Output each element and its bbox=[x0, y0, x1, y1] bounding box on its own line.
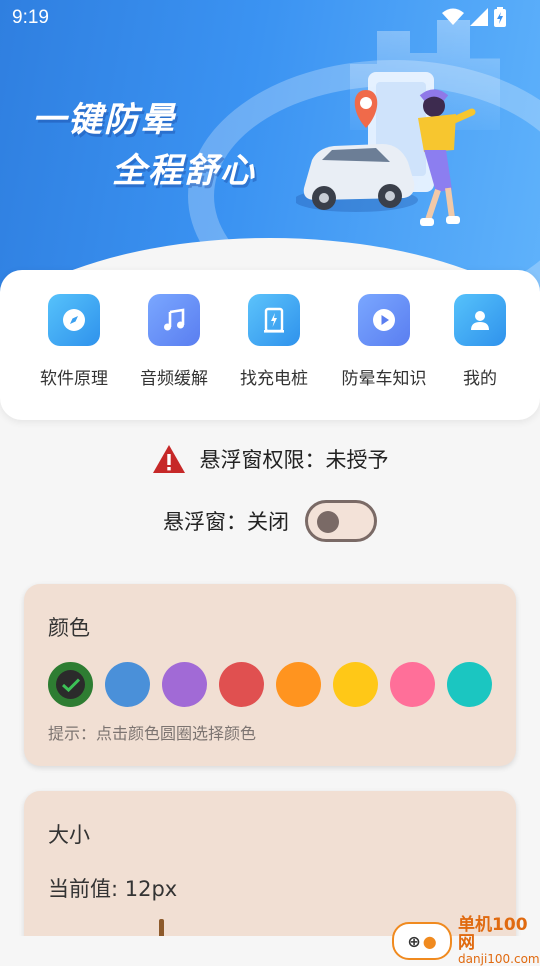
menu-label: 我的 bbox=[463, 369, 497, 389]
status-time: 9:19 bbox=[12, 7, 49, 28]
slogan-line-2: 全程舒心 bbox=[112, 152, 256, 190]
menu-label: 找充电桩 bbox=[240, 369, 308, 389]
color-hint: 提示：点击颜色圆圈选择颜色 bbox=[48, 724, 257, 743]
menu-item-charging[interactable]: 找充电桩 bbox=[224, 294, 324, 389]
color-swatch-red[interactable] bbox=[219, 662, 264, 707]
watermark: ⊕ ● 单机100网 danji100.com bbox=[392, 915, 540, 966]
menu-label: 防晕车知识 bbox=[341, 369, 427, 389]
status-icons bbox=[442, 7, 506, 27]
banner: 一键防晕 全程舒心 9:19 bbox=[0, 0, 540, 300]
color-swatch-green[interactable] bbox=[48, 662, 93, 707]
color-swatch-yellow[interactable] bbox=[333, 662, 378, 707]
slogan-line-1: 一键防晕 bbox=[32, 101, 176, 139]
watermark-title: 单机100网 bbox=[458, 915, 528, 953]
watermark-text: 单机100网 danji100.com bbox=[458, 915, 540, 966]
size-current-value: 当前值: 12px bbox=[48, 877, 178, 901]
color-swatch-purple[interactable] bbox=[162, 662, 207, 707]
music-note-icon bbox=[148, 294, 200, 346]
battery-charging-icon bbox=[494, 7, 506, 27]
size-card-title: 大小 bbox=[48, 823, 90, 847]
color-swatches bbox=[48, 662, 492, 707]
warning-icon bbox=[152, 445, 185, 473]
float-window-label: 悬浮窗：关闭 bbox=[163, 510, 289, 534]
color-swatch-teal[interactable] bbox=[447, 662, 492, 707]
menu-item-principle[interactable]: 软件原理 bbox=[24, 294, 124, 389]
color-swatch-orange[interactable] bbox=[276, 662, 321, 707]
wifi-icon bbox=[442, 8, 464, 25]
watermark-logo: ⊕ ● bbox=[392, 922, 453, 961]
banner-illustration bbox=[296, 72, 476, 226]
float-window-row: 悬浮窗：关闭 bbox=[0, 500, 540, 542]
toggle-knob bbox=[317, 511, 339, 533]
menu-label: 软件原理 bbox=[40, 369, 108, 389]
quick-menu: 软件原理 音频缓解 找充电桩 防晕车知识 我的 bbox=[0, 270, 540, 420]
compass-icon bbox=[48, 294, 100, 346]
play-icon bbox=[358, 294, 410, 346]
color-swatch-blue[interactable] bbox=[105, 662, 150, 707]
check-icon bbox=[56, 670, 85, 699]
color-card: 颜色 提示：点击颜色圆圈选择颜色 bbox=[24, 584, 516, 766]
menu-item-audio[interactable]: 音频缓解 bbox=[124, 294, 224, 389]
permission-text: 悬浮窗权限：未授予 bbox=[199, 448, 389, 472]
menu-label: 音频缓解 bbox=[140, 369, 208, 389]
color-card-title: 颜色 bbox=[48, 616, 90, 640]
watermark-url: danji100.com bbox=[458, 951, 540, 966]
menu-item-knowledge[interactable]: 防晕车知识 bbox=[334, 294, 434, 389]
person-icon bbox=[454, 294, 506, 346]
cellular-signal-icon bbox=[470, 8, 488, 26]
menu-item-mine[interactable]: 我的 bbox=[430, 294, 530, 389]
permission-status: 悬浮窗权限：未授予 bbox=[0, 444, 540, 474]
float-window-toggle[interactable] bbox=[305, 500, 377, 542]
charging-pile-icon bbox=[248, 294, 300, 346]
color-swatch-pink[interactable] bbox=[390, 662, 435, 707]
